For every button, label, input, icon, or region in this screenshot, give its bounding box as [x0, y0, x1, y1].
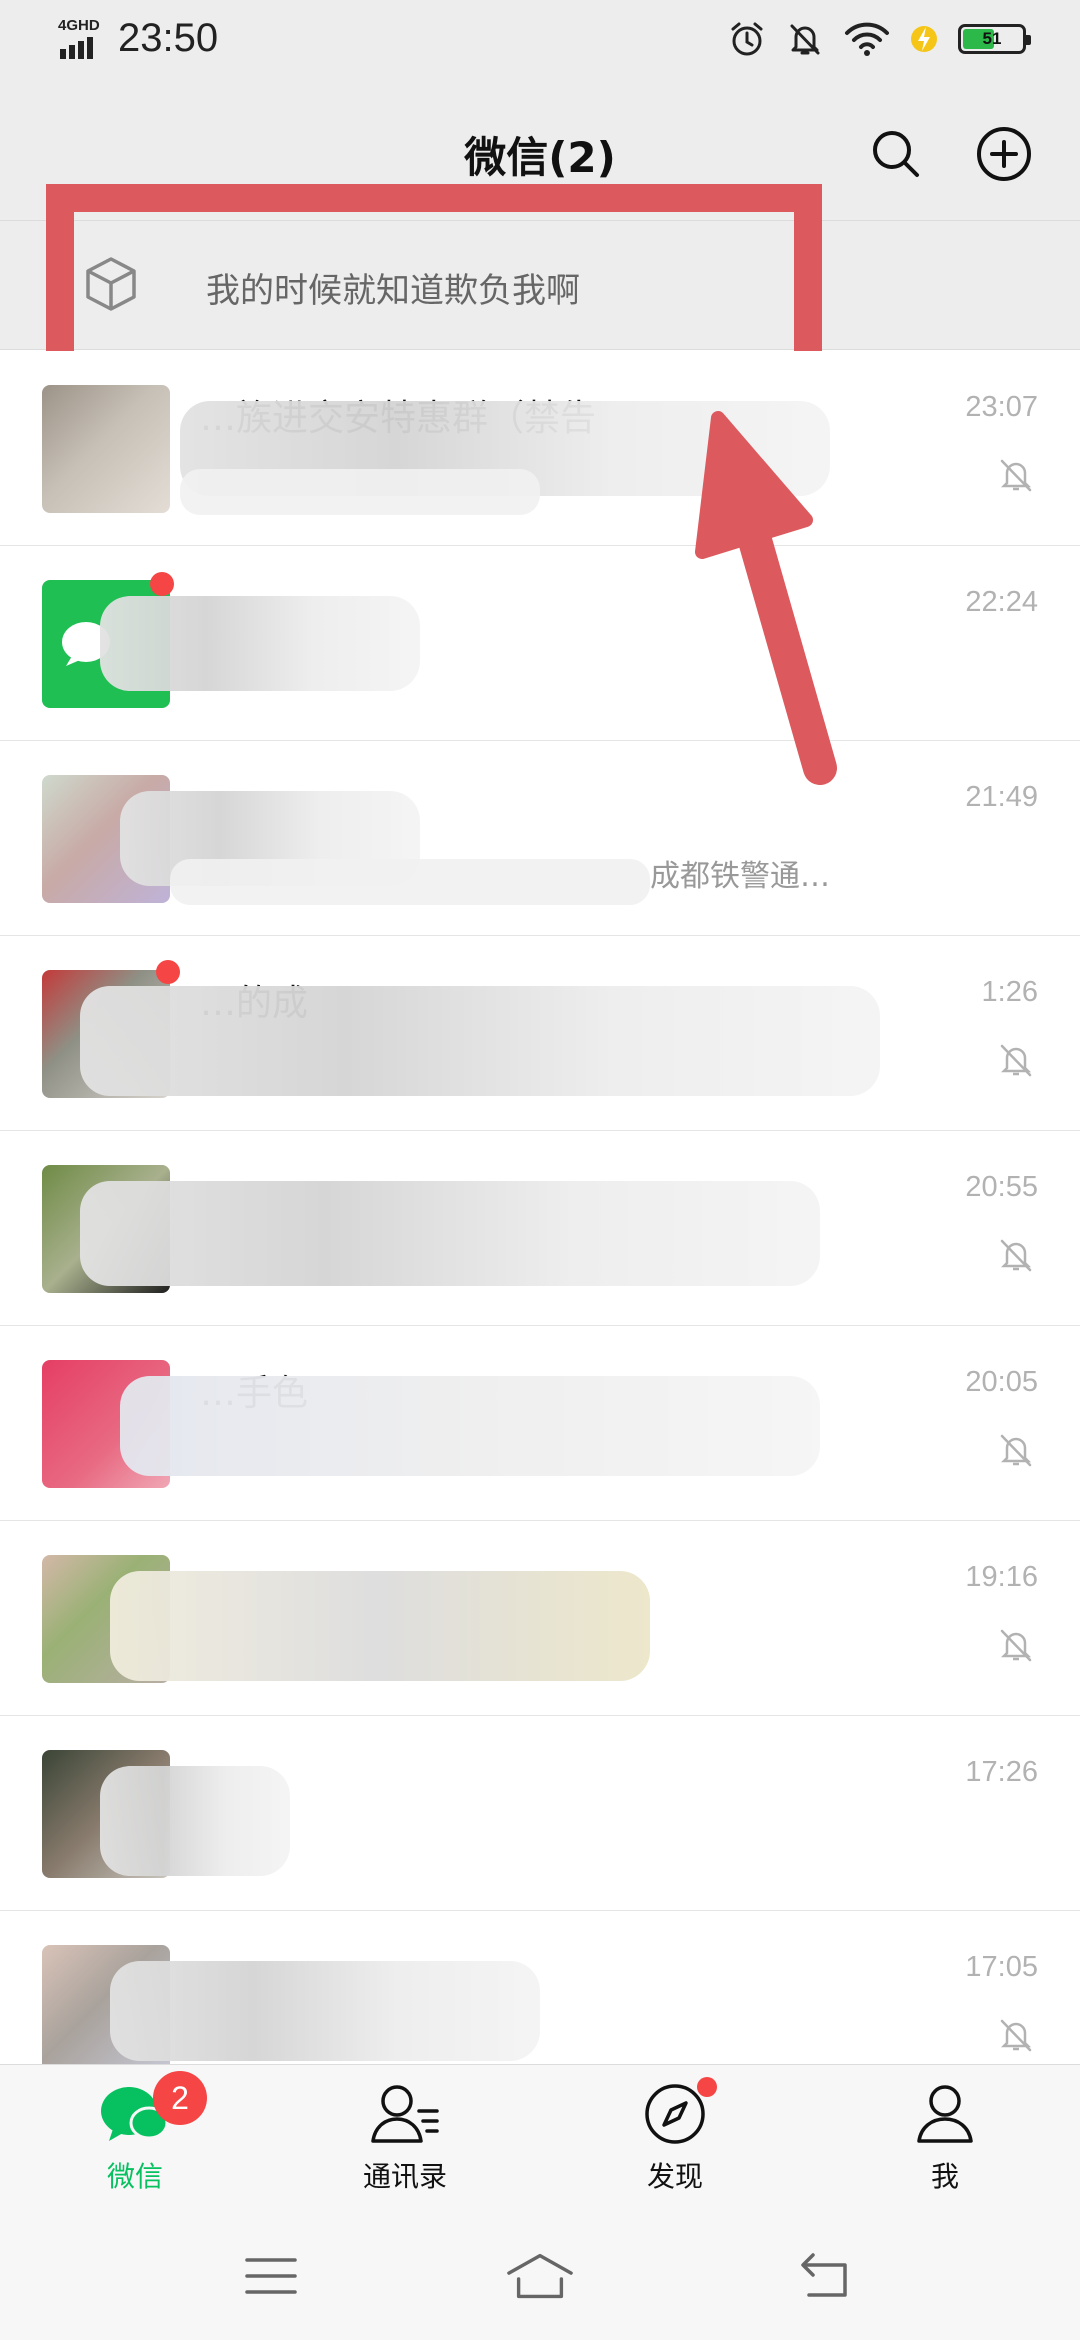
tab-chats[interactable]: 2 微信	[45, 2071, 225, 2211]
chat-time: 20:55	[965, 1171, 1038, 1203]
blur-overlay	[110, 1571, 650, 1681]
alarm-icon	[731, 22, 763, 56]
chat-row[interactable]: 22:24	[0, 546, 1080, 741]
chat-row[interactable]: 17:26	[0, 1716, 1080, 1911]
back-button[interactable]	[790, 2246, 860, 2306]
search-button[interactable]	[868, 126, 924, 182]
chat-row[interactable]: …手色 20:05	[0, 1326, 1080, 1521]
blur-overlay	[120, 1376, 820, 1476]
blur-overlay	[110, 1961, 540, 2061]
menu-button[interactable]	[236, 2246, 306, 2306]
chat-list[interactable]: …族进交安特惠群（禁告 23:07 22:24 成都铁警通… 21:49 …的成…	[0, 351, 1080, 2073]
chat-avatar	[42, 385, 170, 513]
tab-label: 发现	[646, 2160, 703, 2193]
blur-overlay	[180, 469, 540, 515]
chat-preview: 成都铁警通…	[650, 859, 830, 894]
wifi-icon	[845, 22, 889, 56]
mute-bell-icon	[790, 24, 820, 55]
chat-name	[200, 1754, 840, 1814]
mute-icon	[1000, 1629, 1032, 1662]
mute-icon	[1000, 1044, 1032, 1077]
menu-icon	[245, 2258, 297, 2294]
tab-me[interactable]: 我	[855, 2081, 1035, 2211]
unread-dot	[156, 960, 180, 984]
blur-overlay	[80, 1181, 820, 1286]
chat-time: 17:26	[965, 1756, 1038, 1788]
battery-level: 51	[982, 29, 1002, 48]
chat-time: 22:24	[965, 586, 1038, 618]
mute-icon	[1000, 2019, 1032, 2052]
new-dot	[697, 2077, 717, 2097]
chat-time: 20:05	[965, 1366, 1038, 1398]
tab-label: 我	[930, 2160, 959, 2193]
blur-overlay	[100, 596, 420, 691]
search-icon	[873, 131, 919, 177]
home-icon	[507, 2253, 573, 2299]
tab-contacts[interactable]: 通讯录	[315, 2081, 495, 2211]
clock: 23:50	[118, 16, 219, 60]
chat-time: 21:49	[965, 781, 1038, 813]
cellular-signal-icon: 4GHD	[58, 17, 104, 61]
chat-row[interactable]: 20:55	[0, 1131, 1080, 1326]
chat-preview	[200, 1826, 960, 1872]
chat-row[interactable]: …的成 1:26	[0, 936, 1080, 1131]
bottom-tab-bar: 2 微信 通讯录 发现 我	[0, 2064, 1080, 2221]
tab-label: 通讯录	[362, 2160, 447, 2193]
chat-row[interactable]: 19:16	[0, 1521, 1080, 1716]
home-button[interactable]	[505, 2246, 575, 2306]
unread-badge: 2	[153, 2071, 207, 2125]
tab-label: 微信	[106, 2160, 163, 2193]
plus-circle-icon	[977, 127, 1031, 181]
blur-overlay	[100, 1766, 290, 1876]
blur-overlay	[170, 859, 650, 905]
chat-time: 19:16	[965, 1561, 1038, 1593]
chat-time: 23:07	[965, 391, 1038, 423]
chat-time: 1:26	[981, 976, 1038, 1008]
battery-icon: 51	[958, 24, 1031, 54]
chat-time: 17:05	[965, 1951, 1038, 1983]
mute-icon	[1000, 459, 1032, 492]
back-icon	[801, 2253, 847, 2297]
chat-row[interactable]: …族进交安特惠群（禁告 23:07	[0, 351, 1080, 546]
system-nav-bar	[0, 2220, 1080, 2340]
chat-row[interactable]: 成都铁警通… 21:49	[0, 741, 1080, 936]
add-button[interactable]	[976, 126, 1032, 182]
mute-icon	[1000, 1434, 1032, 1467]
network-type: 4GHD	[58, 16, 100, 34]
tab-discover[interactable]: 发现	[585, 2077, 765, 2211]
contacts-icon	[371, 2085, 439, 2143]
status-bar: 4GHD 23:50 51	[0, 0, 1080, 84]
blur-overlay	[80, 986, 880, 1096]
mute-icon	[1000, 1239, 1032, 1272]
chat-row[interactable]: 17:05	[0, 1911, 1080, 2073]
person-icon	[917, 2085, 973, 2143]
charging-icon	[911, 26, 937, 52]
unread-dot	[150, 572, 174, 596]
